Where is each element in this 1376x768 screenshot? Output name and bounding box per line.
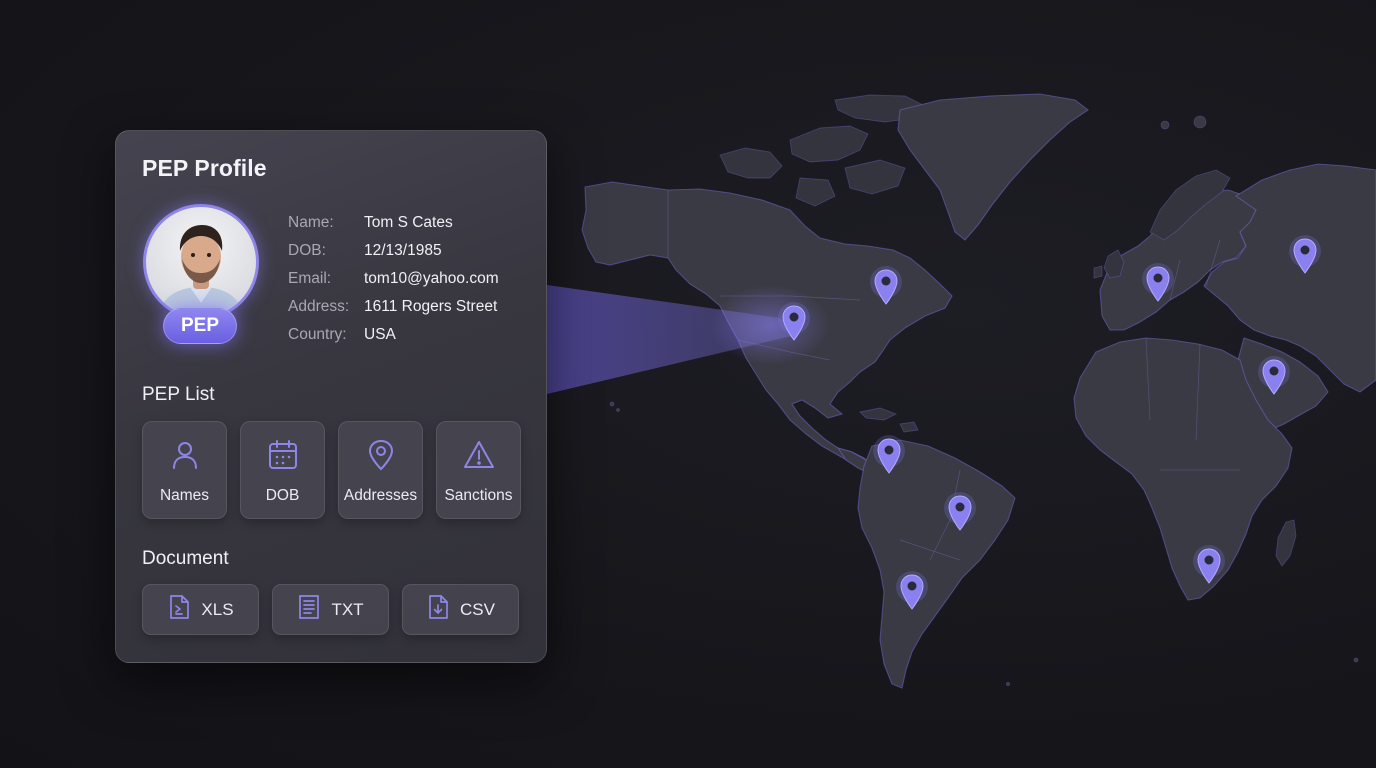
profile-value: Tom S Cates: [364, 214, 453, 231]
map-pin-middle-east-arabia[interactable]: [1258, 356, 1290, 396]
pep-badge: PEP: [163, 308, 237, 344]
map-pin-north-america-canada[interactable]: [870, 266, 902, 306]
location-pin-icon: [944, 492, 976, 531]
pep-list-title: PEP List: [142, 384, 215, 405]
xls-download-button[interactable]: XLS: [142, 584, 259, 635]
pep-list-tiles: Names DOB Addresses Sanctions: [142, 421, 521, 519]
map-pin-asia-russia[interactable]: [1289, 235, 1321, 275]
location-pin-icon: [873, 435, 905, 474]
pep-list-tile-names[interactable]: Names: [142, 421, 227, 519]
map-pin-africa-south[interactable]: [1193, 545, 1225, 585]
csv-file-icon: [426, 594, 450, 625]
profile-row: DOB: 12/13/1985: [288, 237, 499, 265]
map-pin-south-america-colombia[interactable]: [873, 435, 905, 475]
location-pin-icon: [1193, 545, 1225, 584]
profile-value: 12/13/1985: [364, 242, 442, 259]
map-pin-south-america-argentina[interactable]: [896, 571, 928, 611]
document-buttons: XLS TXT CSV: [142, 584, 519, 635]
map-pin-south-america-brazil[interactable]: [944, 492, 976, 532]
profile-key: Name:: [288, 214, 334, 231]
pep-list-tile-dob[interactable]: DOB: [240, 421, 325, 519]
warning-icon: [462, 438, 496, 477]
profile-key: Address:: [288, 298, 350, 315]
card-title: PEP Profile: [142, 155, 267, 181]
avatar: [143, 204, 259, 320]
profile-value: USA: [364, 326, 396, 343]
pep-profile-card: PEP Profile PEP Name: Tom S Cates DOB: 1…: [115, 130, 547, 663]
profile-key: Email:: [288, 270, 332, 287]
location-pin-icon: [1258, 356, 1290, 395]
location-pin-icon: [778, 302, 810, 341]
profile-row: Address: 1611 Rogers Street: [288, 293, 499, 321]
profile-key: Country:: [288, 326, 347, 343]
document-label: XLS: [201, 599, 234, 619]
tile-label: Names: [159, 487, 210, 504]
pep-list-tile-sanctions[interactable]: Sanctions: [436, 421, 521, 519]
location-pin-icon: [364, 438, 398, 477]
location-pin-icon: [896, 571, 928, 610]
profile-row: Name: Tom S Cates: [288, 209, 499, 237]
calendar-icon: [266, 438, 300, 477]
document-title: Document: [142, 548, 229, 569]
tile-label: Addresses: [343, 487, 418, 504]
person-photo-icon: [158, 225, 244, 317]
csv-download-button[interactable]: CSV: [402, 584, 519, 635]
user-icon: [168, 438, 202, 477]
tile-label: Sanctions: [444, 487, 513, 504]
profile-value: tom10@yahoo.com: [364, 270, 499, 287]
profile-value: 1611 Rogers Street: [364, 298, 498, 315]
location-pin-icon: [1289, 235, 1321, 274]
pep-list-tile-addresses[interactable]: Addresses: [338, 421, 423, 519]
profile-info: Name: Tom S Cates DOB: 12/13/1985 Email: tom1…: [288, 209, 499, 349]
profile-key: DOB:: [288, 242, 326, 259]
avatar-wrap: [143, 204, 259, 320]
profile-row: Country: USA: [288, 321, 499, 349]
location-pin-icon: [1142, 263, 1174, 302]
xls-file-icon: [167, 594, 191, 625]
location-pin-icon: [870, 266, 902, 305]
profile-row: Email: tom10@yahoo.com: [288, 265, 499, 293]
txt-download-button[interactable]: TXT: [272, 584, 389, 635]
document-label: TXT: [331, 599, 364, 619]
map-pin-europe-germany[interactable]: [1142, 263, 1174, 303]
stage: PEP Profile PEP Name: Tom S Cates DOB: 1…: [0, 0, 1376, 768]
map-pin-north-america-usa[interactable]: [778, 302, 810, 342]
document-label: CSV: [460, 599, 495, 619]
txt-file-icon: [297, 594, 321, 625]
tile-label: DOB: [265, 487, 300, 504]
